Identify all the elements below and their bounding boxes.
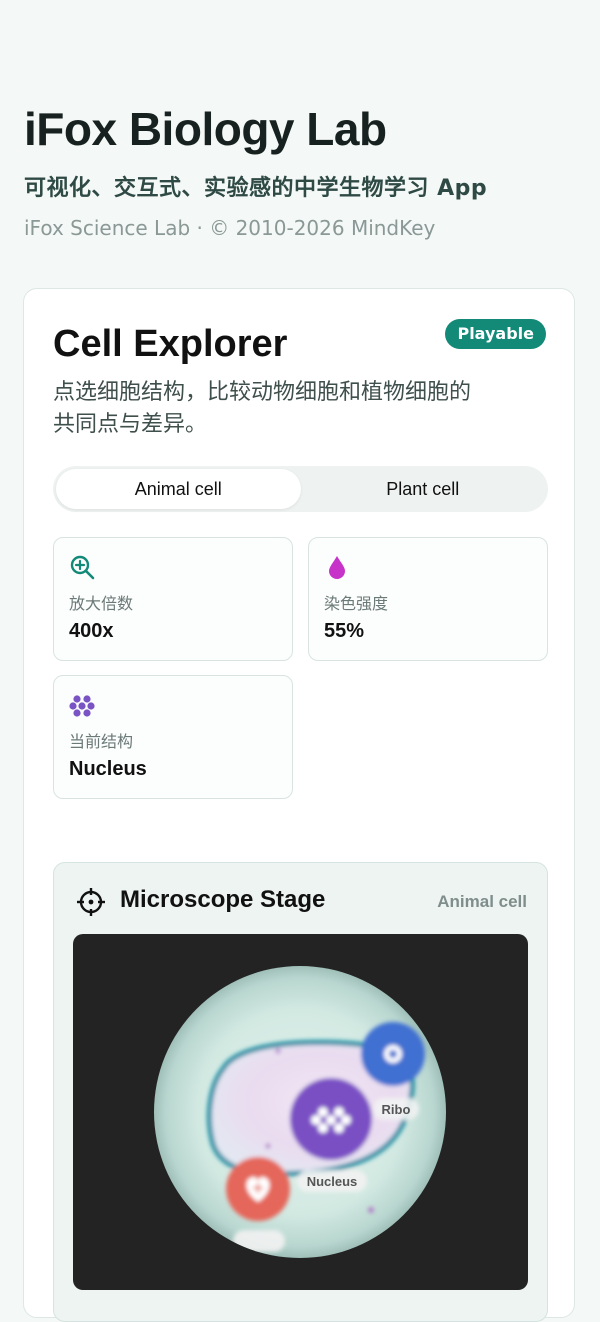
stage-mode-label: Animal cell <box>437 892 527 911</box>
ribo-label: Ribo <box>382 1102 411 1117</box>
magnification-stat: 放大倍数 400x <box>53 537 293 661</box>
stat-value: Nucleus <box>69 758 147 780</box>
copyright-text: iFox Science Lab · © 2010-2026 MindKey <box>24 216 436 240</box>
stat-value: 400x <box>69 620 114 642</box>
app-header: iFox Biology Lab 可视化、交互式、实验感的中学生物学习 App … <box>24 100 584 240</box>
zoom-in-icon <box>70 555 95 580</box>
organelle-cluster-icon <box>69 695 95 717</box>
card-title: Cell Explorer <box>53 323 288 365</box>
app-title: iFox Biology Lab <box>24 103 387 155</box>
current-structure-stat: 当前结构 Nucleus <box>53 675 293 799</box>
tab-plant-cell[interactable]: Plant cell <box>301 469 546 509</box>
droplet-icon <box>329 556 345 579</box>
cell-explorer-card: Cell Explorer Playable 点选细胞结构，比较动物细胞和植物细… <box>23 288 575 1322</box>
stat-value: 55% <box>324 620 365 642</box>
card-description: 点选细胞结构，比较动物细胞和植物细胞的共同点与差异。 <box>53 380 472 437</box>
cell-view: Ribo Nucleus <box>154 966 446 1258</box>
stage-title: Microscope Stage <box>120 886 326 913</box>
microscope-stage-panel: Microscope Stage Animal cell Ribo Nucleu… <box>53 862 548 1322</box>
stat-label: 当前结构 <box>69 732 134 751</box>
microscope-viewport[interactable]: Ribo Nucleus <box>73 934 528 1290</box>
tab-animal-cell[interactable]: Animal cell <box>56 469 301 509</box>
stat-label: 染色强度 <box>324 594 389 613</box>
stat-label: 放大倍数 <box>69 594 134 613</box>
app-subtitle: 可视化、交互式、实验感的中学生物学习 App <box>24 176 488 201</box>
cell-type-toggle: Animal cell Plant cell <box>53 466 548 512</box>
nucleus-label: Nucleus <box>307 1174 358 1189</box>
stain-intensity-stat: 染色强度 55% <box>308 537 548 661</box>
crosshair-icon <box>77 888 105 916</box>
status-badge: Playable <box>445 319 546 349</box>
